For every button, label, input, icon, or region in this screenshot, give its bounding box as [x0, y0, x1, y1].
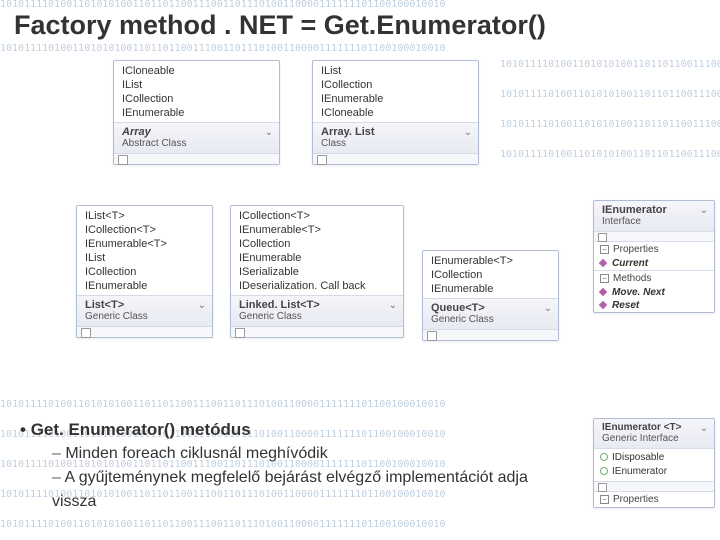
expand-toggle[interactable] [77, 326, 212, 337]
interface-item: IDeserialization. Call back [239, 279, 395, 293]
interface-ienumerator-t: IEnumerator <T> Generic Interface ⌄ IDis… [593, 418, 715, 508]
interface-kind: Generic Interface [602, 433, 706, 444]
section-properties[interactable]: −Properties [594, 491, 714, 507]
interface-item: IList<T> [85, 209, 204, 223]
class-name: Linked. List<T> [239, 299, 395, 311]
interface-item: ICollection [85, 265, 204, 279]
interface-item: IDisposable [612, 451, 708, 465]
expand-toggle[interactable] [114, 153, 279, 164]
section-label: Properties [613, 244, 659, 255]
interface-item: ICollection [122, 92, 271, 106]
chevron-icon[interactable]: ⌄ [700, 423, 708, 434]
interface-name: IEnumerator <T> [602, 422, 706, 433]
interface-item: IEnumerable<T> [85, 237, 204, 251]
class-linkedlist-t: ICollection<T> IEnumerable<T> ICollectio… [230, 205, 404, 338]
lollipop-icon [600, 453, 608, 461]
binary-bg-row: 1010111101001101010100110110110011100110… [500, 150, 720, 160]
class-array: ICloneable IList ICollection IEnumerable… [113, 60, 280, 165]
interface-item: IList [122, 78, 271, 92]
interfaces-list: IList ICollection IEnumerable ICloneable [313, 61, 478, 122]
section-label: Properties [613, 494, 659, 505]
chevron-icon[interactable]: ⌄ [700, 205, 708, 216]
interface-item: ICollection [431, 268, 550, 282]
lollipop-icon [600, 467, 608, 475]
interface-item: ICloneable [321, 106, 470, 120]
class-name: Queue<T> [431, 302, 550, 314]
expand-toggle[interactable] [594, 231, 714, 241]
bullet-sub: Minden foreach ciklusnál meghívódik [52, 442, 570, 466]
interfaces-list: ICloneable IList ICollection IEnumerable [114, 61, 279, 122]
interfaces-list: IEnumerable<T> ICollection IEnumerable [423, 251, 558, 298]
bullet-sub: A gyűjteménynek megfelelő bejárást elvég… [52, 466, 570, 514]
bullet-main: Get. Enumerator() metódus [20, 418, 570, 442]
chevron-icon[interactable]: ⌄ [464, 127, 472, 138]
interface-item: ICloneable [122, 64, 271, 78]
class-list-t: IList<T> ICollection<T> IEnumerable<T> I… [76, 205, 213, 338]
interface-item: IEnumerator [612, 466, 667, 477]
interface-item: ICollection [321, 78, 470, 92]
section-methods[interactable]: −Methods [594, 270, 714, 286]
interface-item: ICollection<T> [239, 209, 395, 223]
binary-bg-row: 1010111101001101010100110110110011100110… [500, 60, 720, 70]
binary-bg-row: 1010111101001101010100110110110011100110… [0, 44, 720, 54]
binary-bg-row: 1010111101001101010100110110110011100110… [500, 120, 720, 130]
class-name: Array. List [321, 126, 470, 138]
interface-item: IEnumerable [321, 92, 470, 106]
interface-name: IEnumerator [602, 204, 706, 216]
chevron-icon[interactable]: ⌄ [265, 127, 273, 138]
interface-item: IEnumerable<T> [431, 254, 550, 268]
chevron-icon[interactable]: ⌄ [198, 300, 206, 311]
chevron-icon[interactable]: ⌄ [544, 303, 552, 314]
binary-bg-row: 1010111101001101010100110110110011100110… [0, 0, 720, 10]
interface-ienumerator: IEnumerator Interface ⌄ −Properties Curr… [593, 200, 715, 313]
expand-toggle[interactable] [594, 481, 714, 491]
interface-item: ICollection<T> [85, 223, 204, 237]
interface-item: IList [321, 64, 470, 78]
interface-item: IEnumerable [122, 106, 271, 120]
class-kind: Generic Class [239, 311, 395, 322]
expand-toggle[interactable] [313, 153, 478, 164]
interface-item: ISerializable [239, 265, 395, 279]
class-kind: Generic Class [85, 311, 204, 322]
interface-item: IEnumerable [85, 279, 204, 293]
method-movenext: Move. Next [594, 286, 714, 299]
interfaces-list: ICollection<T> IEnumerable<T> ICollectio… [231, 206, 403, 295]
interface-item: ICollection [239, 237, 395, 251]
interface-item: IEnumerable<T> [239, 223, 395, 237]
bullet-list: Get. Enumerator() metódus Minden foreach… [20, 418, 570, 514]
class-kind: Generic Class [431, 314, 550, 325]
class-queue-t: IEnumerable<T> ICollection IEnumerable Q… [422, 250, 559, 341]
interfaces-list: IList<T> ICollection<T> IEnumerable<T> I… [77, 206, 212, 295]
expand-toggle[interactable] [231, 326, 403, 337]
class-name: Array [122, 126, 271, 138]
binary-bg-row: 1010111101001101010100110110110011100110… [0, 400, 720, 410]
class-name: List<T> [85, 299, 204, 311]
expand-toggle[interactable] [423, 329, 558, 340]
method-reset: Reset [594, 299, 714, 312]
section-label: Methods [613, 273, 651, 284]
class-kind: Class [321, 138, 470, 149]
class-arraylist: IList ICollection IEnumerable ICloneable… [312, 60, 479, 165]
class-kind: Abstract Class [122, 138, 271, 149]
interface-item: IEnumerable [431, 282, 550, 296]
binary-bg-row: 1010111101001101010100110110110011100110… [0, 520, 720, 530]
interface-item: IEnumerable [239, 251, 395, 265]
property-current: Current [594, 257, 714, 270]
interface-kind: Interface [602, 216, 706, 227]
slide-title: Factory method . NET = Get.Enumerator() [14, 10, 546, 41]
binary-bg-row: 1010111101001101010100110110110011100110… [500, 90, 720, 100]
section-properties[interactable]: −Properties [594, 241, 714, 257]
interface-item: IList [85, 251, 204, 265]
chevron-icon[interactable]: ⌄ [389, 300, 397, 311]
